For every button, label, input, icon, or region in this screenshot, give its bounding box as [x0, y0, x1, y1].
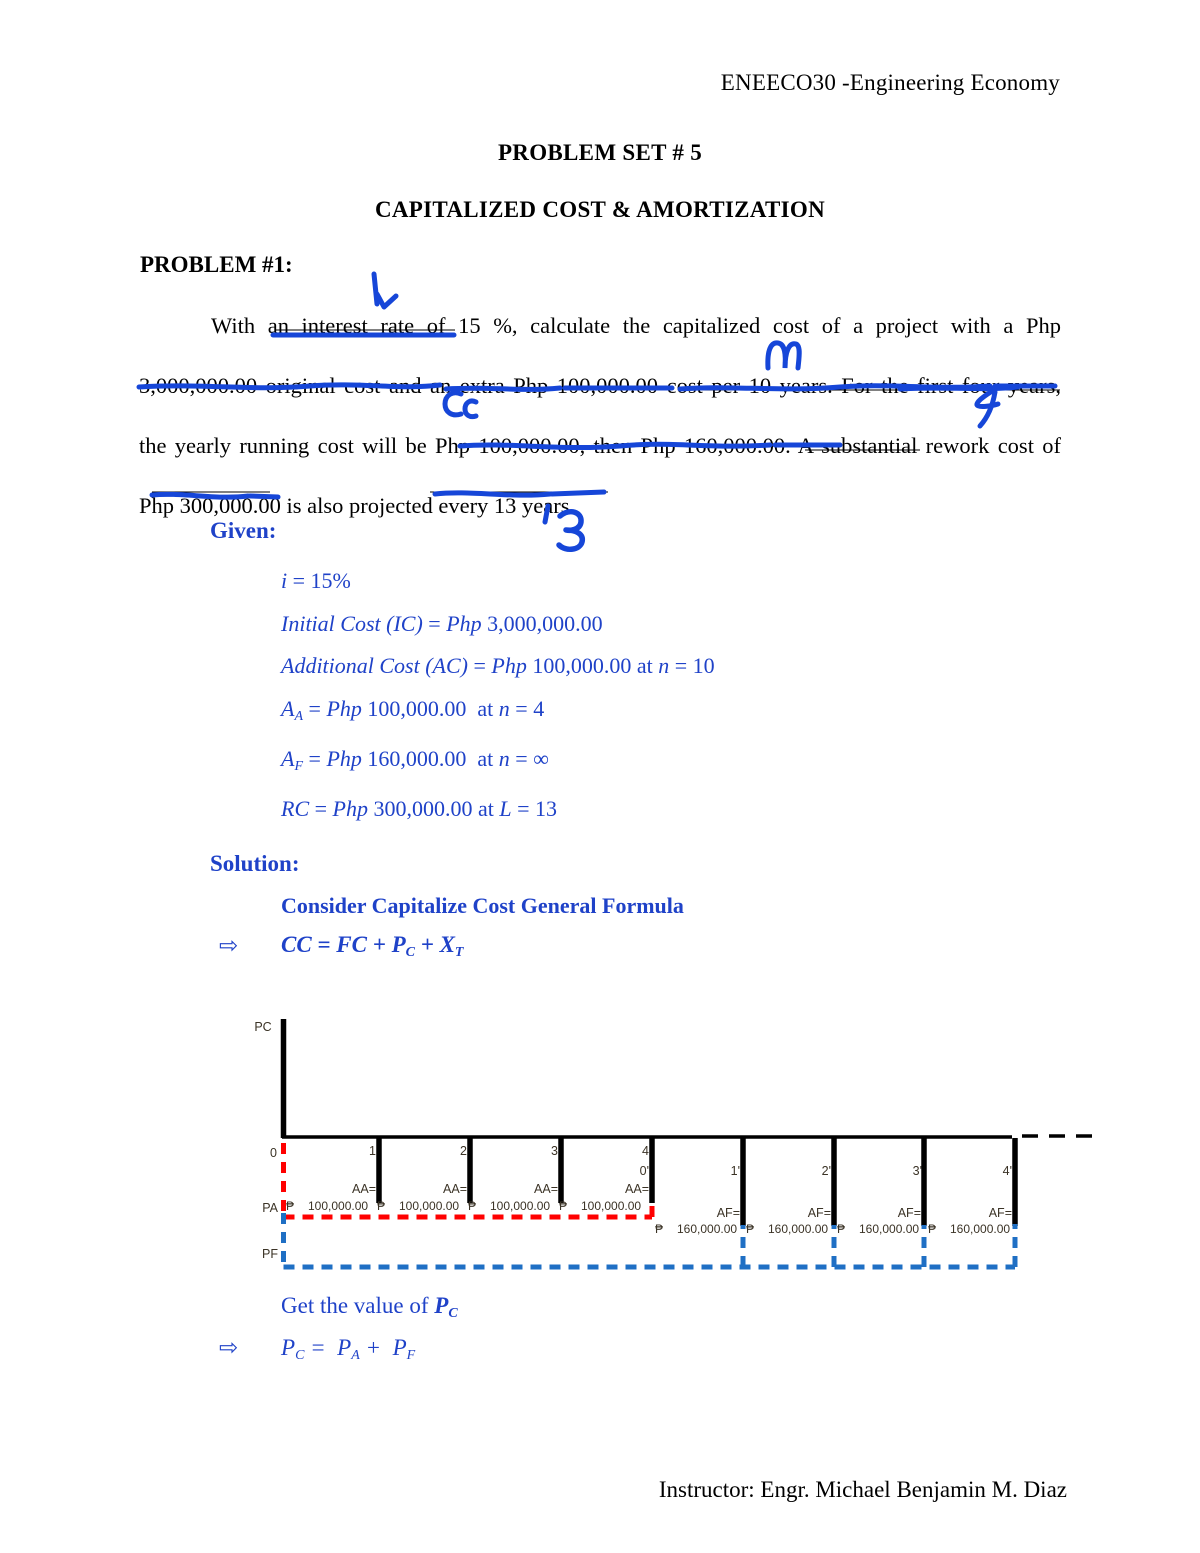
period-3: 3 [551, 1144, 558, 1158]
formula-capitalized-cost: CC = FC + PC + XT [281, 932, 464, 960]
instructor-footer: Instructor: Engr. Michael Benjamin M. Di… [658, 1477, 1067, 1502]
given-item-AF: AF = Php 160,000.00 at n = ∞ [281, 745, 549, 774]
body-line-4: Php 300,000.00 is also projected every 1… [139, 493, 576, 518]
aa-peso-1: ₱ [286, 1199, 294, 1213]
get-value-line: Get the value of PC [281, 1293, 458, 1321]
course-header: ENEECO30 -Engineering Economy [720, 70, 1060, 95]
aa-tag-2: AA= [443, 1182, 467, 1196]
label-PF: PF [262, 1247, 278, 1261]
af-peso-1: ₱ [655, 1222, 663, 1236]
af-amount-4: 160,000.00 [950, 1222, 1010, 1236]
given-item-i: i = 15% [281, 568, 351, 593]
aa-peso-2: ₱ [377, 1199, 385, 1213]
body-line-1: With an interest rate of 15 %, calculate… [211, 313, 1061, 338]
aa-amount-4: 100,000.00 [581, 1199, 641, 1213]
af-amount-2: 160,000.00 [768, 1222, 828, 1236]
af-tag-2: AF= [808, 1206, 831, 1220]
af-tag-3: AF= [898, 1206, 921, 1220]
page-title: PROBLEM SET # 5 [497, 140, 703, 165]
af-amount-1: 160,000.00 [677, 1222, 737, 1236]
aa-peso-3: ₱ [468, 1199, 476, 1213]
period-4-prime: 4' [1003, 1164, 1012, 1178]
body-line-3: the yearly running cost will be Php 100,… [139, 433, 1061, 458]
body-line-2: 3,000,000.00 original cost and an extra … [139, 373, 1061, 398]
period-0: 0 [270, 1146, 277, 1160]
aa-tag-3: AA= [534, 1182, 558, 1196]
aa-tag-1: AA= [352, 1182, 376, 1196]
solution-heading: Solution: [210, 851, 300, 876]
aa-amount-2: 100,000.00 [399, 1199, 459, 1213]
period-0-prime: 0' [640, 1164, 649, 1178]
aa-tag-4: AA= [625, 1182, 649, 1196]
aa-arrows [376, 1138, 655, 1203]
problem-label: PROBLEM #1: [140, 252, 293, 277]
period-2-prime: 2' [822, 1164, 831, 1178]
document-page: ENEECO30 -Engineering Economy PROBLEM SE… [0, 0, 1200, 1553]
formula-pc-decomposition: PC = PA + PF [281, 1335, 416, 1363]
period-1-prime: 1' [731, 1164, 740, 1178]
period-4: 4 [642, 1144, 649, 1158]
given-item-initial-cost: Initial Cost (IC) = Php 3,000,000.00 [281, 610, 603, 636]
af-peso-4: ₱ [928, 1222, 936, 1236]
period-1: 1 [369, 1144, 376, 1158]
period-2: 2 [460, 1144, 467, 1158]
problem-body: With an interest rate of 15 %, calculate… [139, 296, 1061, 536]
af-amount-3: 160,000.00 [859, 1222, 919, 1236]
given-item-AA: AA = Php 100,000.00 at n = 4 [281, 695, 545, 724]
arrow-bullet-icon-2: ⇨ [219, 1335, 239, 1360]
given-heading: Given: [210, 518, 277, 543]
af-tag-4: AF= [989, 1206, 1012, 1220]
af-peso-3: ₱ [837, 1222, 845, 1236]
given-item-additional-cost: Additional Cost (AC) = Php 100,000.00 at… [281, 653, 715, 678]
aa-peso-4: ₱ [559, 1199, 567, 1213]
solution-subheading: Consider Capitalize Cost General Formula [281, 893, 684, 918]
given-item-RC: RC = Php 300,000.00 at L = 13 [281, 796, 558, 822]
af-peso-2: ₱ [746, 1222, 754, 1236]
page-subtitle: CAPITALIZED COST & AMORTIZATION [374, 197, 826, 222]
label-PC: PC [254, 1020, 271, 1034]
aa-amount-1: 100,000.00 [308, 1199, 368, 1213]
arrow-bullet-icon-1: ⇨ [219, 933, 239, 958]
af-arrows [740, 1138, 1018, 1226]
aa-amount-3: 100,000.00 [490, 1199, 550, 1213]
af-tag-1: AF= [717, 1206, 740, 1220]
given-list: i = 15% Initial Cost (IC) = Php 3,000,00… [281, 560, 715, 831]
cash-flow-diagram: PC 0 1 2 3 4 0' 1' 2' 3' 4' AA= AA= AA= … [240, 1005, 1110, 1290]
period-3-prime: 3' [913, 1164, 922, 1178]
label-PA: PA [262, 1201, 278, 1215]
